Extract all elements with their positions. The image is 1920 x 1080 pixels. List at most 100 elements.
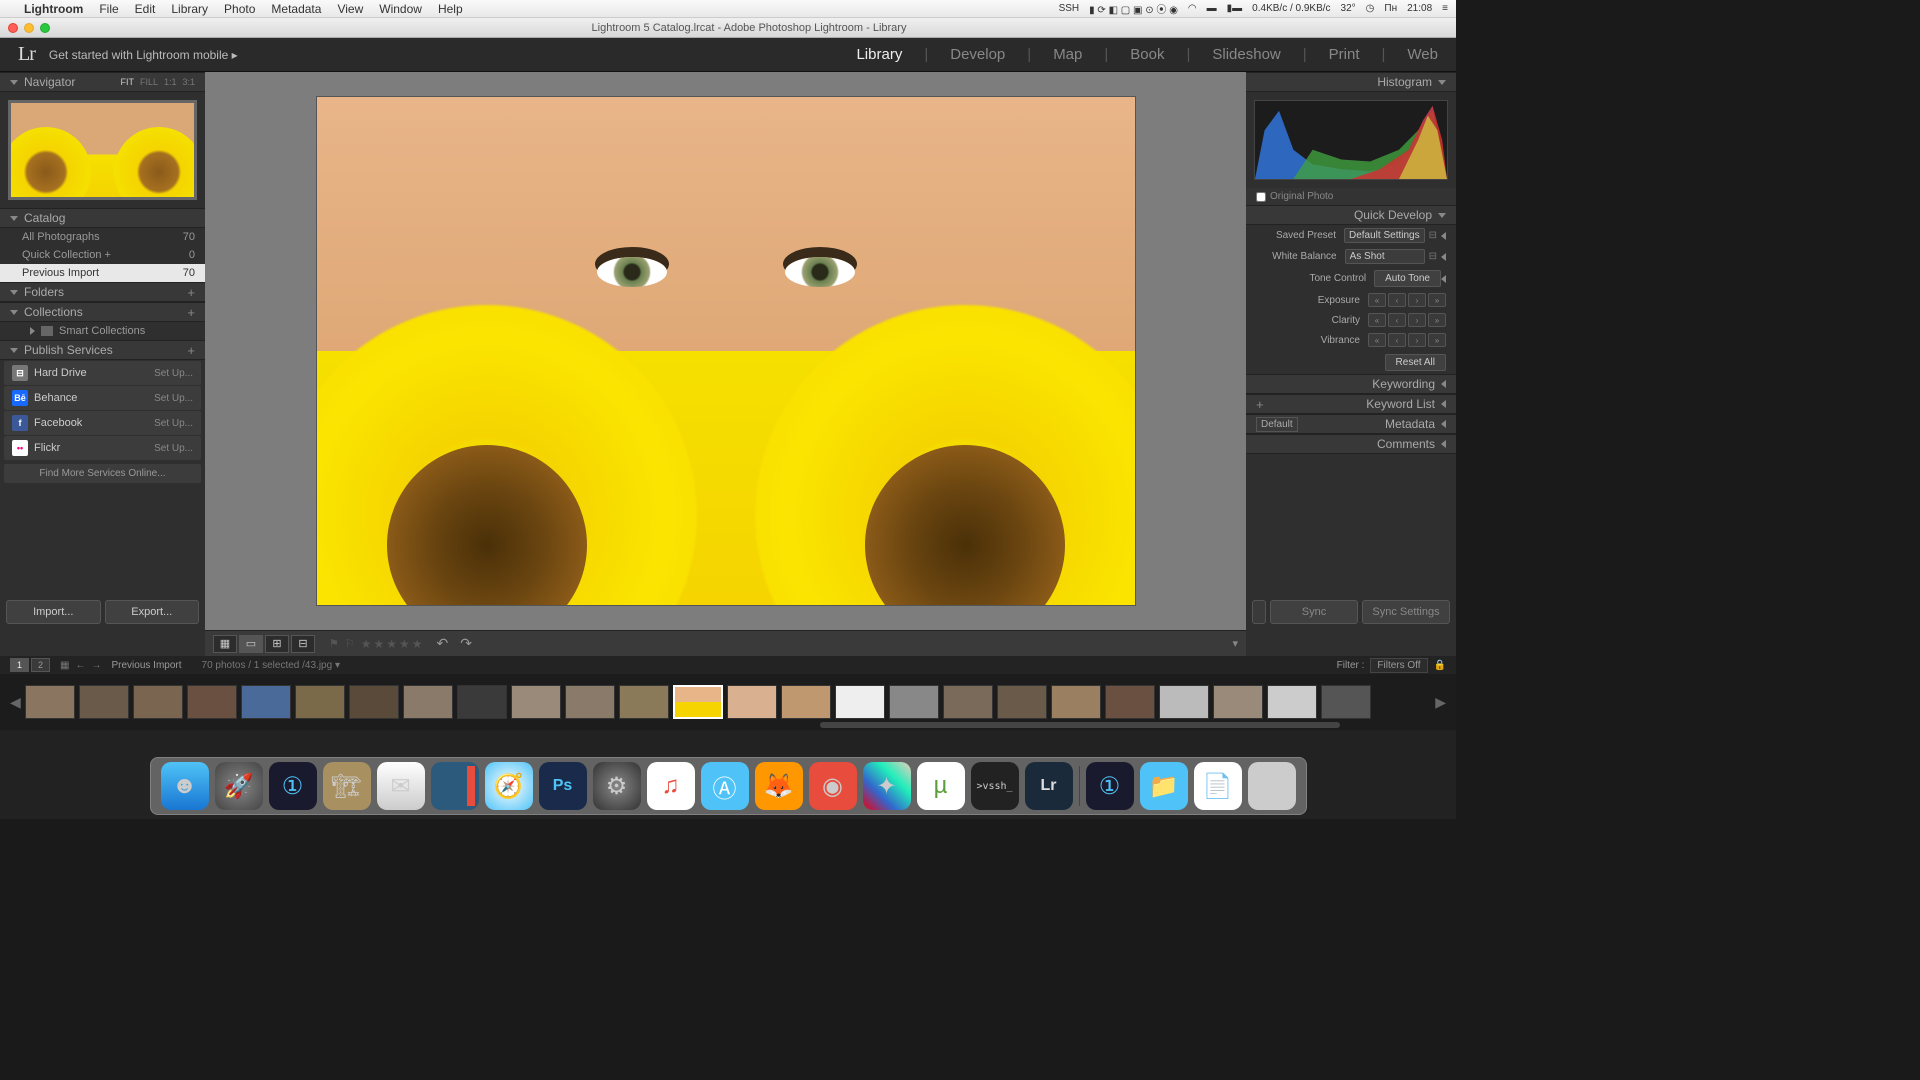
dock-parallels[interactable] [431, 762, 479, 810]
clarity-dec[interactable]: ‹ [1388, 313, 1406, 327]
catalog-row[interactable]: Quick Collection +0 [0, 246, 205, 264]
menu-edit[interactable]: Edit [135, 2, 156, 16]
dock-forklift[interactable]: 🏗 [323, 762, 371, 810]
dock-mail[interactable]: ✉ [377, 762, 425, 810]
dock-safari[interactable]: 🧭 [485, 762, 533, 810]
menu-window[interactable]: Window [379, 2, 422, 16]
filter-lock-icon[interactable]: 🔒 [1434, 660, 1446, 671]
filmstrip-thumb[interactable] [295, 685, 345, 719]
publish-service-row[interactable]: ••FlickrSet Up... [4, 436, 201, 460]
metadata-header[interactable]: Default Metadata [1246, 414, 1456, 434]
filmstrip-thumb[interactable] [619, 685, 669, 719]
publish-service-row[interactable]: ⊟Hard DriveSet Up... [4, 361, 201, 385]
module-book[interactable]: Book [1130, 46, 1164, 63]
export-button[interactable]: Export... [105, 600, 200, 624]
smart-collections-row[interactable]: Smart Collections [0, 322, 205, 340]
histogram-header[interactable]: Histogram [1246, 72, 1456, 92]
status-ssh[interactable]: SSH [1059, 3, 1080, 14]
filmstrip-thumb[interactable] [79, 685, 129, 719]
sync-toggle[interactable] [1252, 600, 1266, 624]
filmstrip-thumb[interactable] [349, 685, 399, 719]
back-icon[interactable]: ← [75, 660, 85, 671]
filmstrip-thumb[interactable] [1321, 685, 1371, 719]
keyword-list-header[interactable]: + Keyword List [1246, 394, 1456, 414]
filmstrip-thumb[interactable] [943, 685, 993, 719]
nav-zoom-1:1[interactable]: 1:1 [164, 77, 177, 87]
navigator-preview[interactable] [0, 92, 205, 208]
dock-appstore[interactable]: Ⓐ [701, 762, 749, 810]
filmstrip[interactable]: ◀ ▶ [0, 674, 1456, 730]
menu-library[interactable]: Library [171, 2, 208, 16]
module-develop[interactable]: Develop [950, 46, 1005, 63]
histogram-graph[interactable] [1254, 100, 1448, 180]
publish-header[interactable]: Publish Services + [0, 340, 205, 360]
publish-service-row[interactable]: BēBehanceSet Up... [4, 386, 201, 410]
dock-downloads[interactable]: 📁 [1140, 762, 1188, 810]
sync-button[interactable]: Sync [1270, 600, 1358, 624]
filmstrip-thumb[interactable] [1159, 685, 1209, 719]
publish-add-icon[interactable]: + [187, 343, 195, 358]
exposure-inc2[interactable]: » [1428, 293, 1446, 307]
publish-service-row[interactable]: fFacebookSet Up... [4, 411, 201, 435]
auto-tone-button[interactable]: Auto Tone [1374, 270, 1441, 287]
clarity-inc2[interactable]: » [1428, 313, 1446, 327]
rotate-cw-icon[interactable]: ↷ [460, 635, 472, 652]
filmstrip-thumb[interactable] [673, 685, 723, 719]
dock-photoshop[interactable]: Ps [539, 762, 587, 810]
filmstrip-thumb[interactable] [457, 685, 507, 719]
sync-settings-button[interactable]: Sync Settings [1362, 600, 1450, 624]
source-label[interactable]: Previous Import [111, 660, 181, 671]
menu-file[interactable]: File [99, 2, 118, 16]
find-services-button[interactable]: Find More Services Online... [4, 464, 201, 483]
filmstrip-thumb[interactable] [997, 685, 1047, 719]
vibrance-inc[interactable]: › [1408, 333, 1426, 347]
dock-terminal[interactable]: >vssh_ [971, 762, 1019, 810]
module-slideshow[interactable]: Slideshow [1212, 46, 1280, 63]
dock-slack[interactable]: ✦ [863, 762, 911, 810]
filmstrip-thumb[interactable] [1267, 685, 1317, 719]
filmstrip-thumb[interactable] [1105, 685, 1155, 719]
filmstrip-thumb[interactable] [565, 685, 615, 719]
forward-icon[interactable]: → [91, 660, 101, 671]
loupe-view-button[interactable]: ▭ [239, 635, 263, 653]
dock-finder[interactable]: ☻ [161, 762, 209, 810]
original-photo-checkbox[interactable] [1256, 192, 1266, 202]
chevron-icon[interactable]: ⊟ [1429, 251, 1437, 262]
grid-view-button[interactable]: ▦ [213, 635, 237, 653]
folders-header[interactable]: Folders + [0, 282, 205, 302]
window-2-button[interactable]: 2 [31, 658, 50, 672]
clarity-dec2[interactable]: « [1368, 313, 1386, 327]
dock-trash[interactable]: 🗑 [1248, 762, 1296, 810]
filmstrip-scrollbar[interactable] [820, 722, 1340, 728]
dock-launchpad[interactable]: 🚀 [215, 762, 263, 810]
window-minimize-button[interactable] [24, 23, 34, 33]
dock-document[interactable]: 📄 [1194, 762, 1242, 810]
vibrance-inc2[interactable]: » [1428, 333, 1446, 347]
toolbar-menu-icon[interactable]: ▾ [1232, 637, 1238, 650]
menu-view[interactable]: View [337, 2, 363, 16]
rating-stars[interactable]: ★★★★★ [361, 637, 425, 651]
quick-develop-header[interactable]: Quick Develop [1246, 205, 1456, 225]
window-close-button[interactable] [8, 23, 18, 33]
filmstrip-thumb[interactable] [1213, 685, 1263, 719]
status-wifi-icon[interactable]: ◠ [1188, 3, 1197, 14]
filmstrip-thumb[interactable] [133, 685, 183, 719]
status-icons[interactable]: ▮ ⟳ ◧ ▢ ▣ ⊙ ⦿ ◉ [1089, 1, 1178, 16]
dock-utorrent[interactable]: µ [917, 762, 965, 810]
filmstrip-thumb[interactable] [835, 685, 885, 719]
folders-add-icon[interactable]: + [187, 285, 195, 300]
status-battery-icon[interactable]: ▮▬ [1227, 3, 1243, 14]
nav-zoom-fit[interactable]: FIT [120, 77, 134, 87]
filmstrip-thumb[interactable] [511, 685, 561, 719]
status-menu-icon[interactable]: ≡ [1442, 3, 1448, 14]
filmstrip-thumb[interactable] [889, 685, 939, 719]
dock-1password[interactable]: ① [269, 762, 317, 810]
collapse-icon[interactable] [1441, 253, 1446, 261]
original-photo-toggle[interactable]: Original Photo [1246, 188, 1456, 205]
menu-metadata[interactable]: Metadata [271, 2, 321, 16]
flag-icon[interactable]: ⚑ [329, 637, 339, 650]
menu-help[interactable]: Help [438, 2, 463, 16]
white-balance-select[interactable]: As Shot [1345, 249, 1425, 264]
nav-zoom-3:1[interactable]: 3:1 [182, 77, 195, 87]
metadata-preset-select[interactable]: Default [1256, 417, 1298, 432]
